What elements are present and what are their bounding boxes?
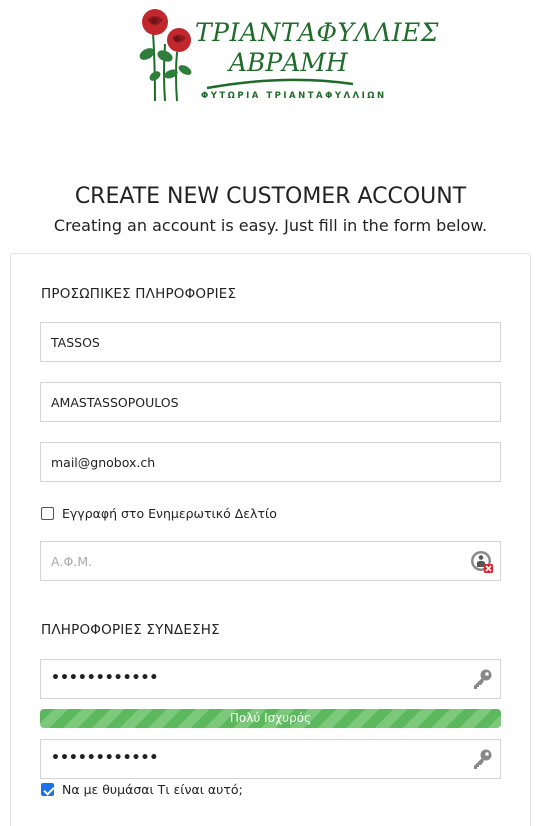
password-value: ••••••••••••	[51, 670, 159, 686]
logo-brand-line1: ΤΡΙΑΝΤΑΦΥΛΛΙΕΣ	[195, 18, 439, 47]
key-icon[interactable]	[470, 668, 494, 692]
autofill-disabled-icon[interactable]	[470, 550, 494, 574]
site-logo[interactable]: ΤΡΙΑΝΤΑΦΥΛΛΙΕΣ ΑΒΡΑΜΗ ΦΥΤΩΡΙΑ ΤΡΙΑΝΤΑΦΥΛ…	[135, 4, 438, 104]
newsletter-row[interactable]: Εγγραφή στο Ενημερωτικό Δελτίο	[41, 506, 277, 521]
email-value: mail@gnobox.ch	[51, 455, 156, 470]
logo-brand-line2: ΑΒΡΑΜΗ	[229, 48, 348, 77]
email-field[interactable]: mail@gnobox.ch	[40, 442, 501, 482]
confirm-password-field[interactable]: ••••••••••••	[40, 739, 501, 779]
page-subtitle: Creating an account is easy. Just fill i…	[53, 216, 488, 235]
remember-me-row[interactable]: Να με θυμάσαι Τι είναι αυτό;	[41, 782, 243, 797]
remember-me-label: Να με θυμάσαι Τι είναι αυτό;	[62, 782, 243, 797]
page-title: CREATE NEW CUSTOMER ACCOUNT	[74, 184, 467, 209]
newsletter-label: Εγγραφή στο Ενημερωτικό Δελτίο	[62, 506, 277, 521]
password-strength-meter: Πολύ Ισχυρός	[40, 709, 501, 728]
password-field[interactable]: ••••••••••••	[40, 659, 501, 699]
last-name-value: AMASTASSOPOULOS	[51, 395, 179, 410]
key-icon[interactable]	[470, 748, 494, 772]
login-info-heading: ΠΛΗΡΟΦΟΡΙΕΣ ΣΥΝΔΕΣΗΣ	[41, 622, 220, 638]
logo-tagline: ΦΥΤΩΡΙΑ ΤΡΙΑΝΤΑΦΥΛΛΙΩΝ	[201, 91, 387, 101]
newsletter-checkbox[interactable]	[41, 507, 54, 520]
personal-info-heading: ΠΡΟΣΩΠΙΚΕΣ ΠΛΗΡΟΦΟΡΙΕΣ	[41, 286, 237, 302]
last-name-field[interactable]: AMASTASSOPOULOS	[40, 382, 501, 422]
vat-placeholder: Α.Φ.Μ.	[51, 554, 93, 569]
password-strength-label: Πολύ Ισχυρός	[229, 711, 312, 725]
vat-field[interactable]: Α.Φ.Μ.	[40, 541, 501, 581]
confirm-password-value: ••••••••••••	[51, 750, 159, 766]
remember-me-checkbox[interactable]	[41, 783, 54, 796]
first-name-value: TASSOS	[51, 335, 100, 350]
first-name-field[interactable]: TASSOS	[40, 322, 501, 362]
